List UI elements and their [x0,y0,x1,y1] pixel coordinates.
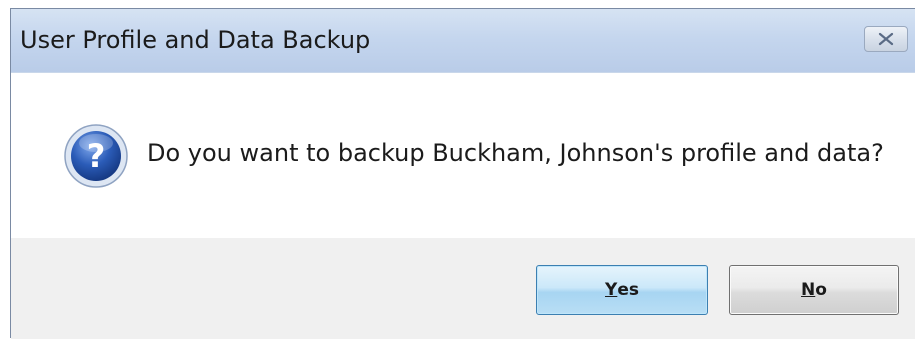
title-bar[interactable]: User Profile and Data Backup [11,9,915,73]
no-mnemonic: N [801,280,816,300]
dialog-title: User Profile and Data Backup [20,26,371,54]
button-bar: Yes No [11,238,915,339]
svg-text:?: ? [87,137,106,175]
question-icon: ? [64,124,128,188]
close-button[interactable] [864,26,908,52]
no-button[interactable]: No [729,265,899,315]
close-icon [878,32,894,46]
dialog-window: User Profile and Data Backup ? Do you wa… [10,8,915,339]
yes-button[interactable]: Yes [536,265,708,315]
yes-mnemonic: Y [605,280,618,300]
dialog-message: Do you want to backup Buckham, Johnson's… [147,139,884,167]
no-label: o [815,280,827,300]
yes-label: es [617,280,639,300]
dialog-content: ? Do you want to backup Buckham, Johnson… [11,73,915,238]
